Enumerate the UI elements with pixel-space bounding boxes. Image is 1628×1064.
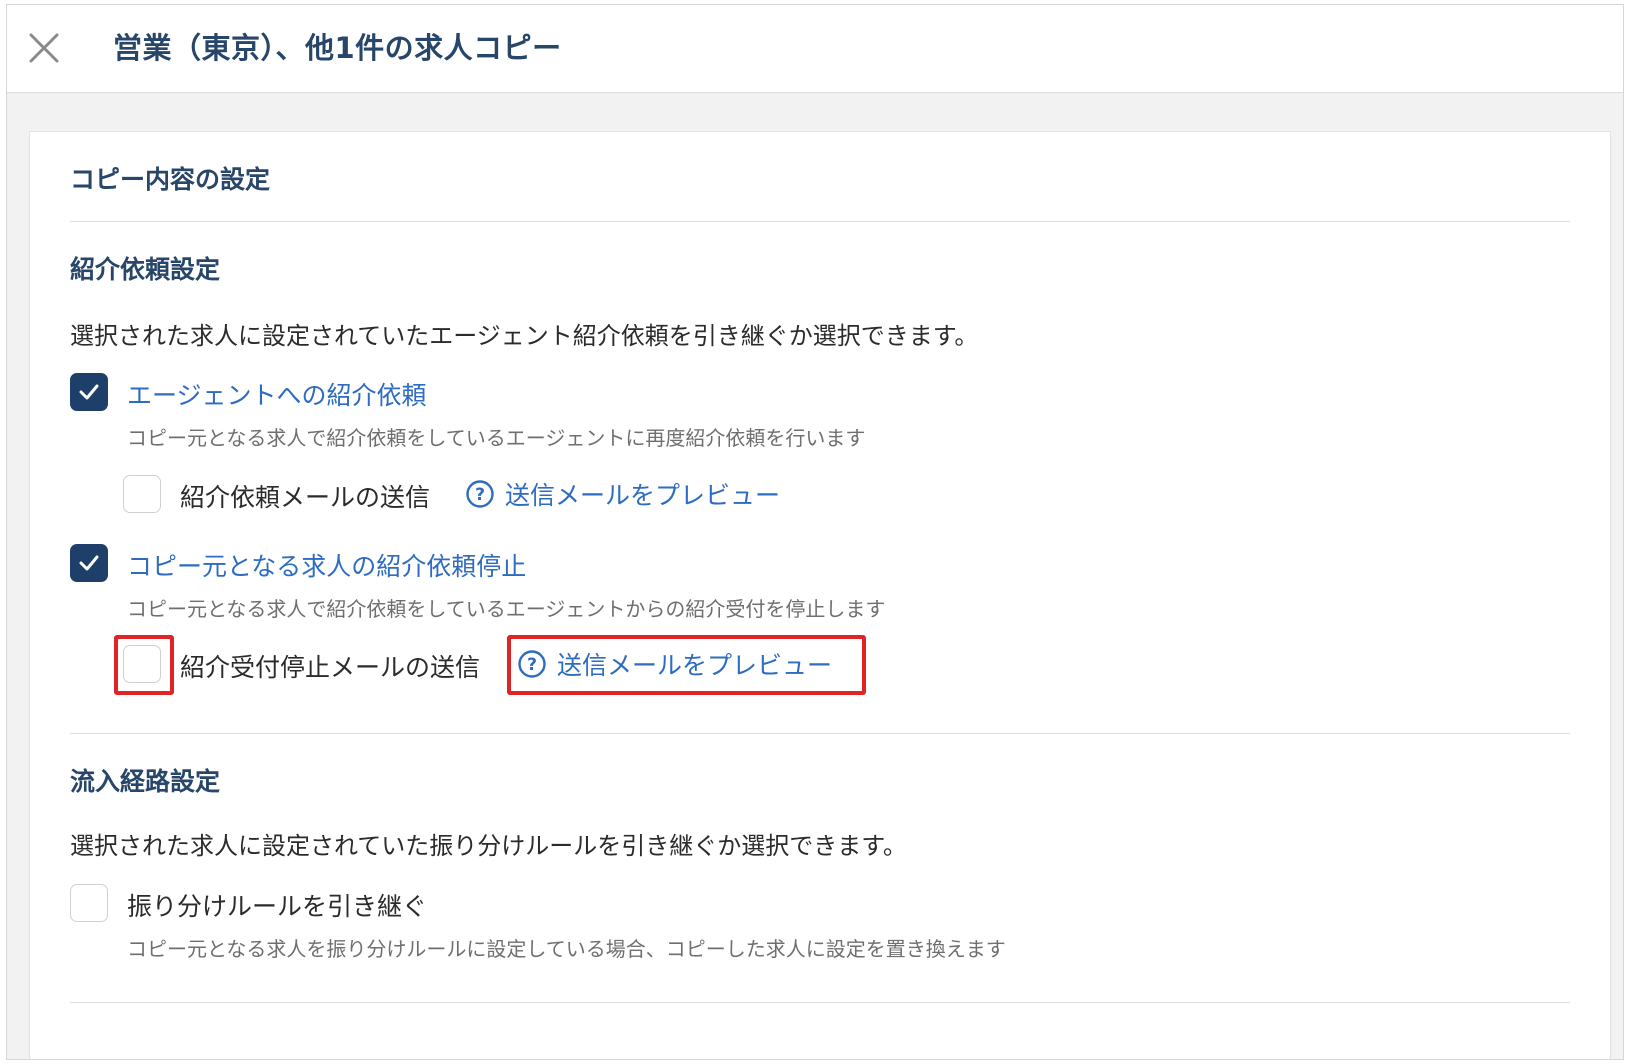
preview-link-label: 送信メールをプレビュー (505, 481, 781, 510)
divider (70, 1002, 1570, 1003)
highlight-box (114, 635, 174, 695)
stop-referral-label[interactable]: コピー元となる求人の紹介依頼停止 (127, 547, 526, 583)
check-icon (79, 384, 99, 400)
stop-referral-sublabel: コピー元となる求人で紹介依頼をしているエージェントからの紹介受付を停止します (127, 597, 886, 621)
referral-mail-checkbox[interactable] (123, 475, 161, 513)
svg-text:?: ? (475, 485, 485, 505)
question-circle-icon: ? (466, 480, 494, 508)
card-title: コピー内容の設定 (70, 165, 271, 194)
page-title: 営業（東京）、他1件の求人コピー (113, 31, 562, 65)
agent-referral-sublabel: コピー元となる求人で紹介依頼をしているエージェントに再度紹介依頼を行います (127, 426, 866, 450)
referral-section-title: 紹介依頼設定 (70, 255, 221, 284)
inflow-section-title: 流入経路設定 (70, 767, 221, 796)
referral-section-description: 選択された求人に設定されていたエージェント紹介依頼を引き継ぐか選択できます。 (70, 322, 979, 350)
copy-job-dialog: 営業（東京）、他1件の求人コピー コピー内容の設定 紹介依頼設定 選択された求人… (6, 4, 1624, 1060)
inherit-rule-checkbox[interactable] (70, 884, 108, 922)
close-icon (29, 33, 59, 63)
check-icon (79, 555, 99, 571)
agent-referral-checkbox[interactable] (70, 373, 108, 411)
agent-referral-label[interactable]: エージェントへの紹介依頼 (127, 376, 427, 412)
settings-card: コピー内容の設定 紹介依頼設定 選択された求人に設定されていたエージェント紹介依… (29, 131, 1611, 1059)
divider (70, 733, 1570, 734)
divider (70, 221, 1570, 222)
dialog-header: 営業（東京）、他1件の求人コピー (7, 5, 1623, 93)
inherit-rule-label[interactable]: 振り分けルールを引き継ぐ (127, 887, 427, 923)
stop-referral-checkbox[interactable] (70, 544, 108, 582)
stop-mail-label[interactable]: 紹介受付停止メールの送信 (180, 648, 480, 684)
highlight-box (507, 635, 866, 695)
inflow-section-description: 選択された求人に設定されていた振り分けルールを引き継ぐか選択できます。 (70, 832, 907, 860)
inherit-rule-sublabel: コピー元となる求人を振り分けルールに設定している場合、コピーした求人に設定を置き… (127, 937, 1006, 961)
close-button[interactable] (23, 27, 65, 69)
referral-mail-preview-link[interactable]: ? 送信メールをプレビュー (465, 476, 780, 512)
referral-mail-label[interactable]: 紹介依頼メールの送信 (180, 478, 430, 514)
